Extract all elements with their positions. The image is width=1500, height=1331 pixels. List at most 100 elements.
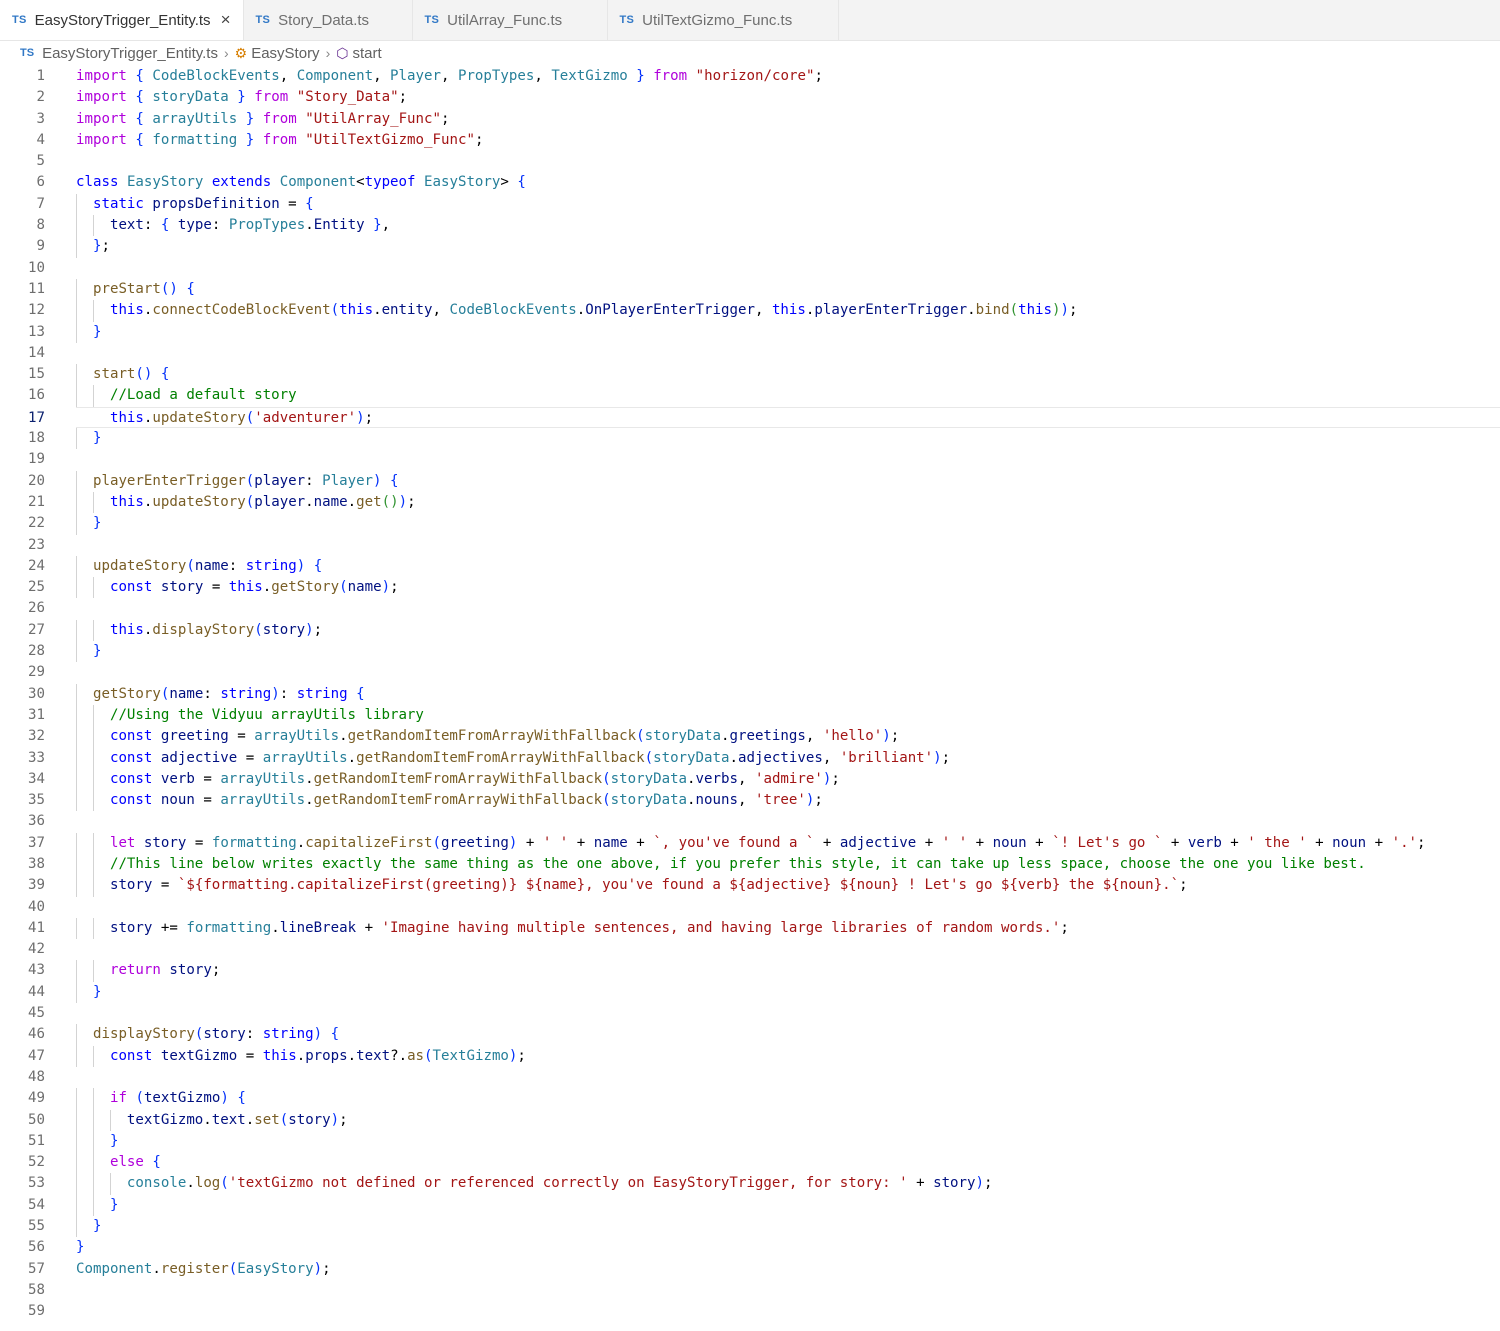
code-line[interactable]: 49 if (textGizmo) { <box>0 1088 1500 1110</box>
line-number: 6 <box>36 174 46 191</box>
code-line[interactable]: 21 this.updateStory(player.name.get()); <box>0 491 1500 514</box>
code-line[interactable]: 1 import { CodeBlockEvents, Component, Pl… <box>0 66 1500 87</box>
code-line[interactable]: 19 <box>0 449 1500 470</box>
code-line[interactable]: 25 const story = this.getStory(name); <box>0 577 1500 599</box>
tab-story-data[interactable]: TS Story_Data.ts <box>244 0 413 40</box>
code-line[interactable]: 4 import { formatting } from "UtilTextGiz… <box>0 130 1500 151</box>
code-line[interactable]: 26 <box>0 598 1500 619</box>
line-number: 14 <box>28 344 45 361</box>
code-line[interactable]: 20 playerEnterTrigger(player: Player) { <box>0 470 1500 492</box>
close-icon[interactable]: × <box>221 10 231 30</box>
code-line[interactable]: 53 console.log('textGizmo not defined or… <box>0 1173 1500 1195</box>
code-line[interactable]: 33 const adjective = arrayUtils.getRando… <box>0 747 1500 769</box>
code-line[interactable]: 54 } <box>0 1194 1500 1217</box>
code-line[interactable]: 3 import { arrayUtils } from "UtilArray_F… <box>0 109 1500 130</box>
code-line[interactable]: 39 story = `${formatting.capitalizeFirst… <box>0 875 1500 897</box>
code-line[interactable]: 30 getStory(name: string): string { <box>0 683 1500 705</box>
code-line[interactable]: 7 static propsDefinition = { <box>0 193 1500 216</box>
code-text: this.updateStory(player.name.get()); <box>109 493 416 510</box>
code-text: import { arrayUtils } from "UtilArray_Fu… <box>76 110 450 127</box>
code-line[interactable]: 36 <box>0 811 1500 832</box>
line-number: 49 <box>28 1090 45 1107</box>
tab-easystorytrigger-entity[interactable]: TS EasyStoryTrigger_Entity.ts × <box>0 0 244 40</box>
code-line[interactable]: 34 const verb = arrayUtils.getRandomItem… <box>0 768 1500 791</box>
line-number: 18 <box>28 430 45 447</box>
code-line[interactable]: 45 <box>0 1003 1500 1024</box>
code-text: } <box>92 983 102 1000</box>
code-line[interactable]: 32 const greeting = arrayUtils.getRandom… <box>0 726 1500 748</box>
code-line[interactable]: 48 <box>0 1067 1500 1088</box>
code-text: const noun = arrayUtils.getRandomItemFro… <box>109 792 823 809</box>
line-number: 10 <box>28 259 45 276</box>
line-number: 21 <box>28 493 45 510</box>
typescript-icon: TS <box>619 14 635 26</box>
code-line[interactable]: 18 } <box>0 428 1500 450</box>
code-text: static propsDefinition = { <box>92 195 314 212</box>
code-text: return story; <box>109 962 221 979</box>
code-text: else { <box>109 1154 161 1171</box>
code-text: }; <box>92 238 110 255</box>
code-line[interactable]: 50 textGizmo.text.set(story); <box>0 1109 1500 1131</box>
code-line[interactable]: 23 <box>0 535 1500 556</box>
breadcrumb-file[interactable]: EasyStoryTrigger_Entity.ts <box>42 45 218 62</box>
code-line[interactable]: 28 } <box>0 641 1500 663</box>
line-number: 55 <box>28 1218 45 1235</box>
code-line[interactable]: 8 text: { type: PropTypes.Entity }, <box>0 215 1500 237</box>
code-line[interactable]: 22 } <box>0 513 1500 535</box>
code-line[interactable]: 35 const noun = arrayUtils.getRandomItem… <box>0 790 1500 812</box>
breadcrumb-class[interactable]: EasyStory <box>251 45 319 62</box>
code-line[interactable]: 41 story += formatting.lineBreak + 'Imag… <box>0 917 1500 940</box>
code-line[interactable]: 10 <box>0 258 1500 279</box>
code-line[interactable]: 17 this.updateStory('adventurer'); <box>28 406 1500 429</box>
code-line[interactable]: 27 this.displayStory(story); <box>0 619 1500 642</box>
code-text: } <box>92 323 102 340</box>
code-editor[interactable]: 1 import { CodeBlockEvents, Component, Pl… <box>0 66 1500 1331</box>
code-line[interactable]: 14 <box>0 343 1500 364</box>
line-number: 53 <box>28 1175 45 1192</box>
code-line[interactable]: 42 <box>0 939 1500 960</box>
code-line[interactable]: 6 class EasyStory extends Component<typeo… <box>0 172 1500 193</box>
code-line[interactable]: 51 } <box>0 1130 1500 1153</box>
code-text: textGizmo.text.set(story); <box>126 1111 348 1128</box>
code-text: updateStory(name: string) { <box>92 557 323 574</box>
line-number: 47 <box>28 1047 45 1064</box>
code-line[interactable]: 29 <box>0 662 1500 683</box>
tab-utilarray-func[interactable]: TS UtilArray_Func.ts <box>413 0 608 40</box>
code-line[interactable]: 44 } <box>0 981 1500 1004</box>
code-line[interactable]: 47 const textGizmo = this.props.text?.as… <box>0 1045 1500 1067</box>
code-line[interactable]: 40 <box>0 897 1500 918</box>
code-line[interactable]: 57 Component.register(EasyStory); <box>0 1259 1500 1280</box>
code-line[interactable]: 56} <box>0 1237 1500 1258</box>
breadcrumb-method[interactable]: start <box>352 45 381 62</box>
tab-label: UtilTextGizmo_Func.ts <box>642 11 793 29</box>
code-line[interactable]: 2 import { storyData } from "Story_Data"; <box>0 87 1500 108</box>
line-number: 1 <box>36 68 46 84</box>
line-number: 56 <box>28 1239 45 1256</box>
code-line[interactable]: 5 <box>0 151 1500 172</box>
code-line[interactable]: 52 else { <box>0 1152 1500 1174</box>
code-text: } <box>76 1239 85 1256</box>
code-text: const greeting = arrayUtils.getRandomIte… <box>109 728 900 745</box>
code-line[interactable]: 11 preStart() { <box>0 278 1500 301</box>
code-line[interactable]: 55 } <box>0 1216 1500 1238</box>
chevron-right-icon: › <box>325 45 331 61</box>
code-line[interactable]: 46 displayStory(story: string) { <box>0 1024 1500 1046</box>
code-line[interactable]: 58 <box>0 1280 1500 1301</box>
code-line[interactable]: 37 let story = formatting.capitalizeFirs… <box>0 832 1500 854</box>
code-line[interactable]: 15 start() { <box>0 364 1500 386</box>
code-line[interactable]: 59 <box>0 1301 1500 1322</box>
code-line[interactable]: 9 }; <box>0 236 1500 258</box>
line-number: 52 <box>28 1154 45 1171</box>
code-line[interactable]: 43 return story; <box>0 960 1500 982</box>
code-line[interactable]: 16 //Load a default story <box>0 385 1500 407</box>
line-number: 25 <box>28 579 45 596</box>
code-line[interactable]: 13 } <box>0 321 1500 343</box>
line-number: 7 <box>36 195 46 212</box>
code-line[interactable]: 31 //Using the Vidyuu arrayUtils library <box>0 704 1500 727</box>
code-text: const verb = arrayUtils.getRandomItemFro… <box>109 770 840 787</box>
code-line[interactable]: 38 //This line below writes exactly the … <box>0 853 1500 876</box>
code-line[interactable]: 24 updateStory(name: string) { <box>0 555 1500 578</box>
line-number: 24 <box>28 557 45 574</box>
tab-utiltextgizmo-func[interactable]: TS UtilTextGizmo_Func.ts <box>608 0 839 40</box>
code-line[interactable]: 12 this.connectCodeBlockEvent(this.entit… <box>0 300 1500 322</box>
